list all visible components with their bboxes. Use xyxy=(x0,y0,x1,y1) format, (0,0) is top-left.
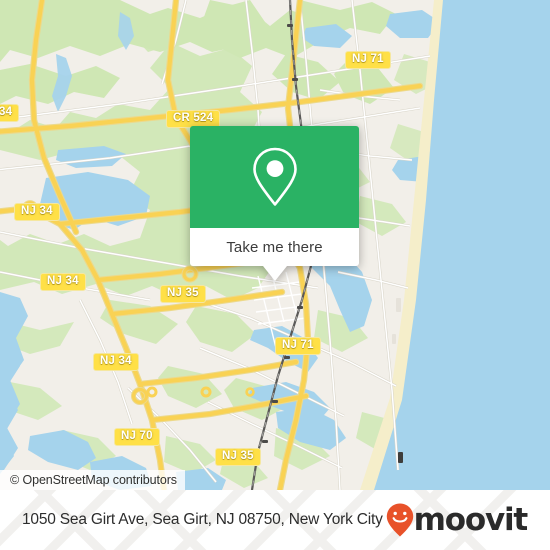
location-pin-icon xyxy=(250,146,300,208)
road-shield-nj35-upper: NJ 35 xyxy=(160,285,206,303)
road-shield-nj34-lower: NJ 34 xyxy=(93,353,139,371)
moovit-wordmark: moovit xyxy=(413,501,529,538)
road-shield-nj71-north: NJ 71 xyxy=(345,51,391,69)
road-shield-34-edge: 34 xyxy=(0,104,20,122)
osm-attribution-text: © OpenStreetMap contributors xyxy=(10,473,177,487)
road-shield-nj70: NJ 70 xyxy=(114,428,160,446)
map-location-popup[interactable]: Take me there xyxy=(190,126,359,281)
popup-pointer xyxy=(262,266,287,281)
popup-action-row[interactable]: Take me there xyxy=(190,228,359,266)
moovit-smiley-pin-icon xyxy=(385,502,415,538)
road-shield-nj34-mid: NJ 34 xyxy=(40,273,86,291)
take-me-there-label: Take me there xyxy=(226,238,323,256)
road-shield-nj71-south: NJ 71 xyxy=(275,337,321,355)
popup-header xyxy=(190,126,359,228)
moovit-brand[interactable]: moovit xyxy=(385,501,529,538)
osm-attribution[interactable]: © OpenStreetMap contributors xyxy=(0,470,185,490)
location-address: 1050 Sea Girt Ave, Sea Girt, NJ 08750, N… xyxy=(22,511,383,528)
pier-markers xyxy=(398,452,403,463)
road-shield-nj34-upper: NJ 34 xyxy=(14,203,60,221)
road-shield-nj35-lower: NJ 35 xyxy=(215,448,261,466)
footer-bar: 1050 Sea Girt Ave, Sea Girt, NJ 08750, N… xyxy=(0,490,550,550)
map-screenshot: NJ 71 CR 524 34 NJ 34 NJ 34 NJ 35 NJ 34 … xyxy=(0,0,550,550)
